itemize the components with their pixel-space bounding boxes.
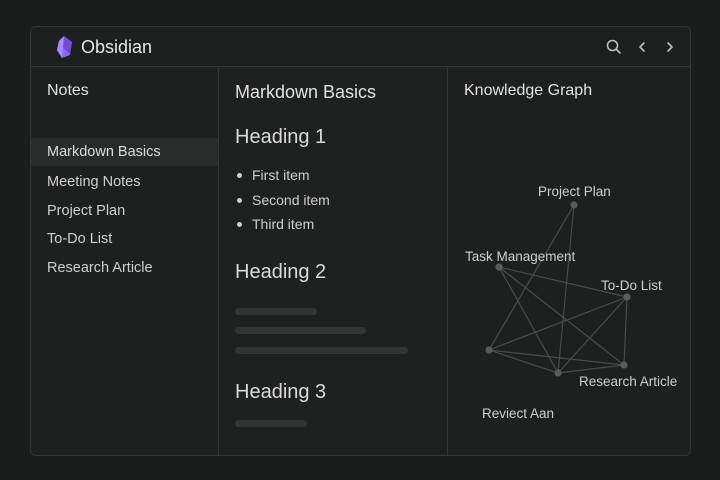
sidebar-item-meeting-notes[interactable]: Meeting Notes bbox=[31, 168, 218, 196]
title-bar: Obsidian bbox=[31, 27, 690, 67]
graph-edge bbox=[557, 364, 625, 374]
app-window: Obsidian Notes Markdown Basics Meeting N… bbox=[30, 26, 691, 456]
graph-edge bbox=[557, 204, 575, 374]
chevron-right-icon[interactable] bbox=[661, 38, 679, 56]
heading-3: Heading 3 bbox=[235, 381, 327, 403]
graph-node-todo[interactable] bbox=[623, 293, 631, 301]
placeholder-text-line bbox=[235, 347, 408, 354]
sidebar-item-project-plan[interactable]: Project Plan bbox=[31, 197, 218, 225]
graph-node-center[interactable] bbox=[554, 369, 562, 377]
node-label-task-management[interactable]: Task Management bbox=[465, 249, 575, 264]
graph-edge bbox=[488, 204, 575, 351]
list-item: Third item bbox=[237, 212, 330, 237]
sidebar-title: Notes bbox=[47, 82, 89, 99]
sidebar-item-markdown-basics[interactable]: Markdown Basics bbox=[31, 138, 218, 166]
sidebar-item-research-article[interactable]: Research Article bbox=[31, 254, 218, 282]
placeholder-text-line bbox=[235, 327, 366, 334]
notes-sidebar: Notes Markdown Basics Meeting Notes Proj… bbox=[31, 68, 219, 455]
chevron-left-icon[interactable] bbox=[633, 38, 651, 56]
node-label-research-article[interactable]: Research Article bbox=[579, 374, 677, 389]
graph-node-left[interactable] bbox=[485, 346, 493, 354]
app-title: Obsidian bbox=[81, 37, 153, 57]
sidebar-item-to-do-list[interactable]: To-Do List bbox=[31, 225, 218, 253]
obsidian-logo-icon bbox=[57, 36, 72, 58]
placeholder-text-line bbox=[235, 420, 307, 427]
placeholder-text-line bbox=[235, 308, 317, 315]
document-title: Markdown Basics bbox=[235, 82, 377, 102]
node-label-to-do-list[interactable]: To-Do List bbox=[601, 278, 662, 293]
graph-node-task[interactable] bbox=[495, 263, 503, 271]
bullet-list: First item Second item Third item bbox=[237, 163, 330, 237]
list-item: Second item bbox=[237, 188, 330, 213]
search-icon[interactable] bbox=[605, 38, 623, 56]
graph-node-research[interactable] bbox=[620, 361, 628, 369]
graph-edge bbox=[488, 296, 628, 351]
editor-pane[interactable]: Markdown Basics Heading 1 First item Sec… bbox=[220, 68, 448, 455]
heading-1: Heading 1 bbox=[235, 126, 327, 148]
graph-node-project[interactable] bbox=[570, 201, 578, 209]
heading-2: Heading 2 bbox=[235, 261, 327, 283]
node-label-project-plan[interactable]: Project Plan bbox=[538, 184, 611, 199]
graph-edge bbox=[623, 296, 628, 366]
node-label-reviect-aan[interactable]: Reviect Aan bbox=[482, 406, 554, 421]
graph-edge bbox=[488, 349, 625, 366]
list-item: First item bbox=[237, 163, 330, 188]
knowledge-graph-pane[interactable]: Knowledge Graph Project Plan Task Manage… bbox=[449, 68, 690, 455]
